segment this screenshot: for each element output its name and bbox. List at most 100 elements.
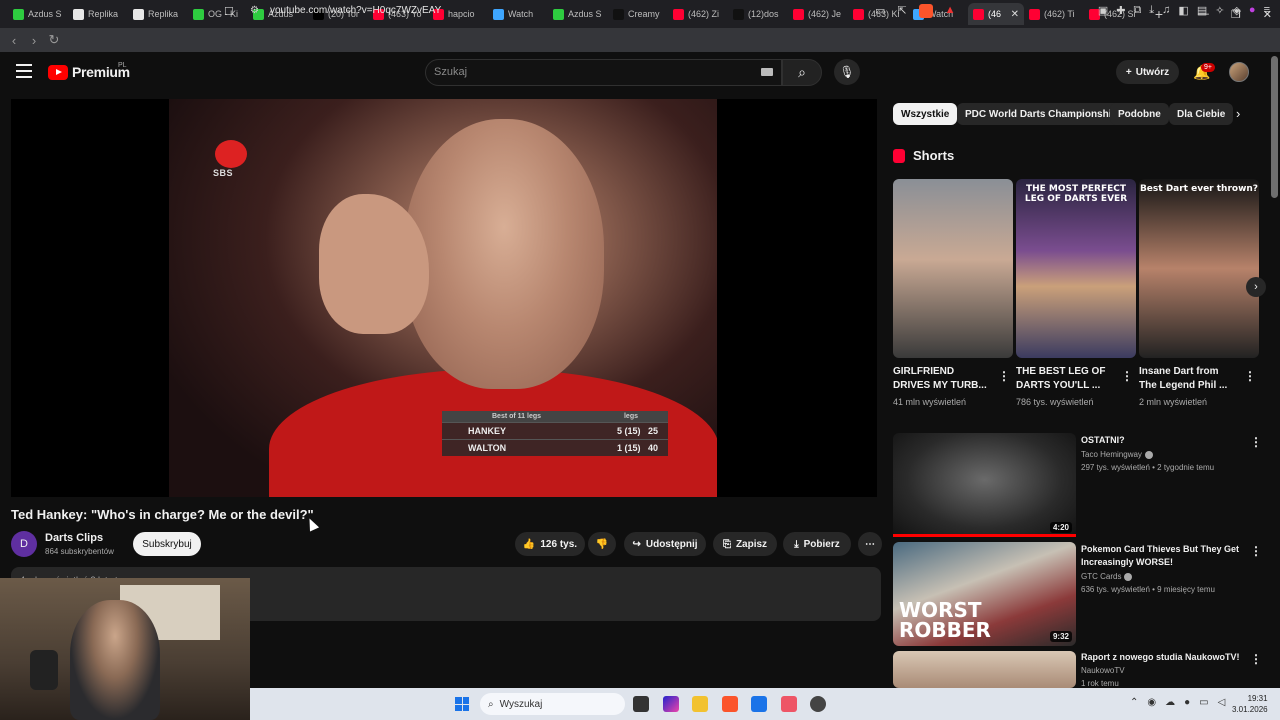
keyboard-icon[interactable] — [761, 68, 773, 76]
short-thumbnail[interactable] — [893, 179, 1013, 358]
share-page-icon[interactable]: ⇱ — [897, 4, 906, 18]
site-info-icon[interactable]: ⚙ — [250, 5, 259, 16]
video-thumbnail[interactable]: WORST ROBBER 9:32 — [893, 542, 1076, 646]
chip-for-you[interactable]: Dla Ciebie — [1169, 103, 1234, 125]
browser-tab[interactable]: Creamy — [608, 3, 668, 25]
hamburger-menu-icon[interactable] — [16, 64, 32, 82]
chips-next-icon[interactable]: › — [1236, 106, 1240, 121]
sidebar-icon[interactable]: ◧ — [1178, 4, 1188, 17]
more-vertical-icon[interactable]: ⋮ — [1121, 369, 1133, 383]
channel-link[interactable]: GTC Cards — [1081, 572, 1133, 581]
share-button[interactable]: ↪ Udostępnij — [624, 532, 706, 556]
short-thumbnail[interactable]: Best Dart ever thrown? — [1139, 179, 1259, 358]
taskbar-clock[interactable]: 19:31 3.01.2026 — [1232, 693, 1268, 715]
browser-tab[interactable]: (12)dos — [728, 3, 788, 25]
store-icon[interactable] — [751, 696, 767, 712]
video-title-link[interactable]: Raport z nowego studia NaukowoTV! — [1081, 651, 1251, 664]
url-field[interactable]: youtube.com/watch?v=H0qc7WZvEAY — [270, 5, 441, 16]
bookmark-icon[interactable]: ☐ — [224, 5, 234, 18]
browser-tab[interactable]: Replika — [68, 3, 128, 25]
shorts-next-icon[interactable]: › — [1246, 277, 1266, 297]
task-view-icon[interactable] — [633, 696, 649, 712]
brave-browser-icon[interactable] — [722, 696, 738, 712]
chip-pdc[interactable]: PDC World Darts Championship — [957, 103, 1126, 125]
create-label: Utwórz — [1135, 66, 1170, 78]
browser-tab[interactable]: (462) Je — [788, 3, 848, 25]
create-button[interactable]: + Utwórz — [1116, 60, 1179, 84]
copilot-icon[interactable] — [663, 696, 679, 712]
browser-tab[interactable]: (462) Zi — [668, 3, 728, 25]
file-explorer-icon[interactable] — [692, 696, 708, 712]
short-title[interactable]: GIRLFRIEND DRIVES MY TURB... — [893, 365, 993, 393]
vpn-icon[interactable]: ◈ — [1232, 4, 1240, 17]
cast-icon[interactable]: ▭ — [875, 4, 885, 18]
more-actions-button[interactable]: ⋯ — [858, 532, 882, 556]
video-meta: 1 rok temu — [1081, 679, 1119, 688]
video-title-link[interactable]: OSTATNI? — [1081, 434, 1251, 447]
more-vertical-icon[interactable]: ⋮ — [1250, 652, 1262, 666]
browser-tab[interactable]: OG - Ki — [188, 3, 248, 25]
dislike-button[interactable]: 👎 — [588, 532, 616, 556]
brave-active-icon[interactable] — [781, 696, 797, 712]
shorts-icon — [893, 148, 905, 163]
menu-icon[interactable]: ≡ — [1264, 4, 1270, 17]
more-vertical-icon[interactable]: ⋮ — [1244, 369, 1256, 383]
forward-icon[interactable]: › — [24, 33, 44, 48]
page-scrollbar[interactable] — [1271, 56, 1278, 198]
back-icon[interactable]: ‹ — [4, 33, 24, 48]
save-button[interactable]: ⎘ Zapisz — [713, 532, 777, 556]
volume-icon[interactable]: ◁ — [1218, 697, 1226, 708]
search-button[interactable]: ⌕ — [782, 59, 822, 86]
cloud-icon[interactable]: ☁ — [1165, 697, 1175, 708]
tray-chevron-icon[interactable]: ⌃ — [1130, 697, 1138, 708]
more-vertical-icon[interactable]: ⋮ — [998, 369, 1010, 383]
video-thumbnail[interactable]: 4:20 — [893, 433, 1076, 537]
chip-all[interactable]: Wszystkie — [893, 103, 958, 125]
short-thumbnail[interactable]: THE MOST PERFECT LEG OF DARTS EVER — [1016, 179, 1136, 358]
tab-close-icon[interactable]: ✕ — [1011, 9, 1019, 20]
download-icon[interactable]: ⤓ — [1149, 4, 1154, 17]
browser-tab[interactable]: Watch — [488, 3, 548, 25]
browser-tab[interactable]: (462) Ti — [1024, 3, 1084, 25]
browser-tab[interactable]: (46 ✕ — [968, 3, 1024, 25]
short-title[interactable]: Insane Dart from The Legend Phil ... — [1139, 365, 1239, 393]
extensions-area: ▣ ✚ ⧉ ⤓ ♫ ◧ ▤ ✧ ◈ ● ≡ — [1098, 4, 1270, 17]
taskbar-search[interactable]: ⌕ Wyszukaj — [480, 693, 625, 715]
like-button[interactable]: 👍 126 tys. — [515, 532, 585, 556]
browser-tab[interactable]: Azdus S — [548, 3, 608, 25]
channel-link[interactable]: Taco Hemingway — [1081, 450, 1153, 459]
profile-icon[interactable]: ● — [1249, 4, 1256, 17]
voice-search-button[interactable]: 🎙 — [834, 59, 860, 85]
channel-avatar[interactable]: D — [11, 531, 37, 557]
chip-related[interactable]: Podobne — [1110, 103, 1169, 125]
wallet-icon[interactable]: ▤ — [1197, 4, 1207, 17]
short-title[interactable]: THE BEST LEG OF DARTS YOU'LL ... — [1016, 365, 1116, 393]
tray-app-icon[interactable]: ◉ — [1147, 697, 1156, 708]
windows-start-icon[interactable] — [455, 697, 469, 711]
channel-link[interactable]: NaukowoTV — [1081, 666, 1125, 675]
ai-icon[interactable]: ✧ — [1215, 4, 1224, 17]
brave-rewards-icon[interactable]: ▲ — [945, 4, 956, 18]
brave-shields-icon[interactable] — [918, 4, 933, 18]
screenshot-icon[interactable]: ⧉ — [1133, 4, 1141, 17]
media-icon[interactable]: ♫ — [1162, 4, 1170, 17]
network-icon[interactable]: ▭ — [1199, 697, 1208, 708]
browser-tab[interactable]: Azdus S — [8, 3, 68, 25]
video-title-link[interactable]: Pokemon Card Thieves But They Get Increa… — [1081, 543, 1251, 569]
subscribe-button[interactable]: Subskrybuj — [133, 532, 201, 556]
reload-icon[interactable]: ↻ — [44, 32, 64, 48]
download-button[interactable]: ⤓ Pobierz — [783, 532, 851, 556]
puzzle-icon[interactable]: ✚ — [1116, 4, 1125, 17]
obs-icon[interactable] — [810, 696, 826, 712]
channel-name[interactable]: Darts Clips — [45, 532, 103, 544]
video-thumbnail[interactable] — [893, 651, 1076, 688]
browser-tab[interactable]: Replika — [128, 3, 188, 25]
tab-favicon-icon — [973, 8, 984, 20]
extension-icon[interactable]: ▣ — [1098, 4, 1108, 17]
user-avatar[interactable] — [1229, 62, 1249, 82]
search-input[interactable] — [425, 59, 782, 86]
more-vertical-icon[interactable]: ⋮ — [1250, 435, 1262, 449]
mic-tray-icon[interactable]: ● — [1184, 697, 1190, 708]
more-vertical-icon[interactable]: ⋮ — [1250, 544, 1262, 558]
score-row: HANKEY 5 (15) 25 — [442, 422, 668, 439]
